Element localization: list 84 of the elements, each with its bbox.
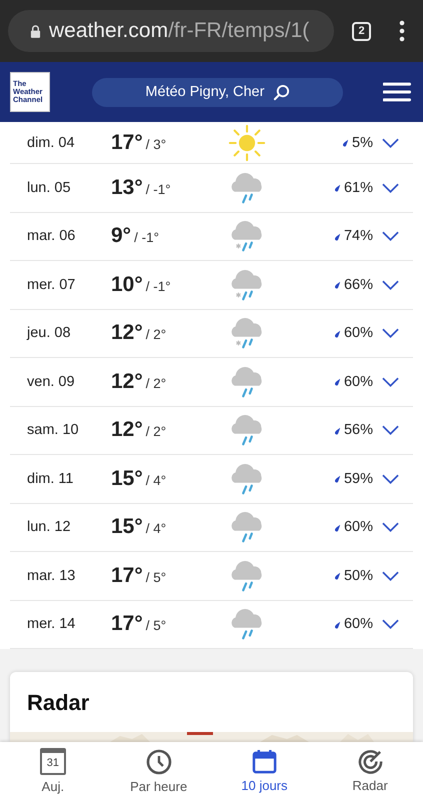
more-icon[interactable] [399, 20, 405, 42]
day-label: sam. 10 [26, 422, 80, 438]
day-label: mar. 06 [26, 228, 76, 244]
precip-chance: 60% [344, 616, 373, 632]
precip-chance: 5% [352, 134, 373, 150]
high-temp: 13° [111, 176, 143, 200]
high-temp: 12° [111, 418, 143, 442]
calendar-icon [252, 749, 277, 774]
day-label: jeu. 08 [26, 325, 72, 342]
raindrop-icon [334, 522, 340, 532]
expand-chevron-icon[interactable] [382, 570, 399, 581]
day-label: ven. 09 [26, 374, 76, 390]
raindrop-icon [334, 183, 340, 192]
expand-chevron-icon[interactable] [382, 328, 399, 338]
high-temp: 9° [111, 224, 132, 248]
high-temp: 12° [111, 321, 143, 346]
precip-chance: 50% [344, 568, 373, 584]
day-label: mer. 07 [26, 276, 76, 293]
day-label: dim. 11 [26, 470, 74, 487]
low-temp: / 5° [146, 570, 166, 585]
low-temp: / -1° [146, 278, 171, 294]
low-temp: / 4° [146, 472, 166, 488]
raindrop-icon [334, 328, 340, 338]
low-temp: / 2° [146, 424, 166, 440]
high-temp: 17° [111, 130, 143, 154]
expand-chevron-icon[interactable] [382, 182, 399, 193]
day-label: mer. 14 [26, 616, 76, 632]
raindrop-icon [343, 138, 348, 147]
radar-icon [358, 749, 383, 774]
precip-chance: 60% [344, 374, 373, 390]
low-temp: / 5° [146, 618, 166, 634]
expand-chevron-icon[interactable] [382, 474, 399, 484]
low-temp: / -1° [146, 182, 171, 197]
precip-chance: 61% [344, 180, 373, 196]
expand-chevron-icon[interactable] [382, 138, 399, 148]
nav-tab[interactable]: 10 jours [212, 742, 318, 800]
expand-chevron-icon[interactable] [382, 231, 399, 242]
sun-icon [228, 124, 266, 162]
menu-icon[interactable] [383, 82, 411, 102]
low-temp: / 3° [146, 136, 166, 152]
raindrop-icon [334, 232, 340, 241]
url-text: weather.com/fr-FR/temps/1( [49, 19, 310, 43]
high-temp: 15° [111, 466, 143, 491]
raindrop-icon [334, 426, 340, 435]
low-temp: / -1° [134, 230, 159, 246]
address-bar[interactable]: weather.com/fr-FR/temps/1( [8, 10, 334, 52]
high-temp: 10° [111, 272, 143, 297]
precip-chance: 60% [344, 519, 373, 536]
raindrop-icon [334, 571, 340, 580]
precip-chance: 56% [344, 422, 373, 438]
expand-chevron-icon[interactable] [382, 619, 399, 630]
nav-tab[interactable]: Par heure [106, 742, 212, 800]
high-temp: 17° [111, 564, 143, 588]
raindrop-icon [334, 377, 340, 386]
low-temp: / 2° [146, 376, 166, 391]
precip-chance: 74% [344, 228, 373, 244]
precip-chance: 60% [344, 325, 373, 342]
day-label: dim. 04 [26, 134, 76, 150]
precip-chance: 59% [344, 470, 373, 487]
high-temp: 15° [111, 515, 143, 540]
calendar-icon: 31 [40, 748, 66, 775]
nav-tab[interactable]: Radar [317, 742, 423, 800]
expand-chevron-icon[interactable] [382, 522, 399, 532]
low-temp: / 4° [146, 521, 166, 536]
search-field[interactable]: Météo Pigny, Cher [92, 78, 344, 106]
high-temp: 17° [111, 612, 143, 636]
day-label: lun. 12 [26, 519, 72, 536]
day-label: lun. 05 [26, 180, 72, 196]
day-label: mar. 13 [26, 568, 76, 584]
expand-chevron-icon[interactable] [382, 425, 399, 436]
card-title: Radar [26, 689, 90, 717]
clock-icon [146, 748, 172, 774]
expand-chevron-icon[interactable] [382, 376, 399, 387]
raindrop-icon [334, 280, 340, 290]
nav-tab[interactable]: 31 Auj. [0, 742, 106, 800]
raindrop-icon [334, 474, 340, 484]
lock-icon [30, 24, 41, 38]
search-icon [273, 84, 290, 100]
tab-count-button[interactable]: 2 [352, 22, 371, 40]
raindrop-icon [334, 620, 340, 629]
low-temp: / 2° [146, 327, 166, 342]
expand-chevron-icon[interactable] [382, 280, 399, 290]
precip-chance: 66% [344, 276, 373, 293]
high-temp: 12° [111, 370, 143, 394]
